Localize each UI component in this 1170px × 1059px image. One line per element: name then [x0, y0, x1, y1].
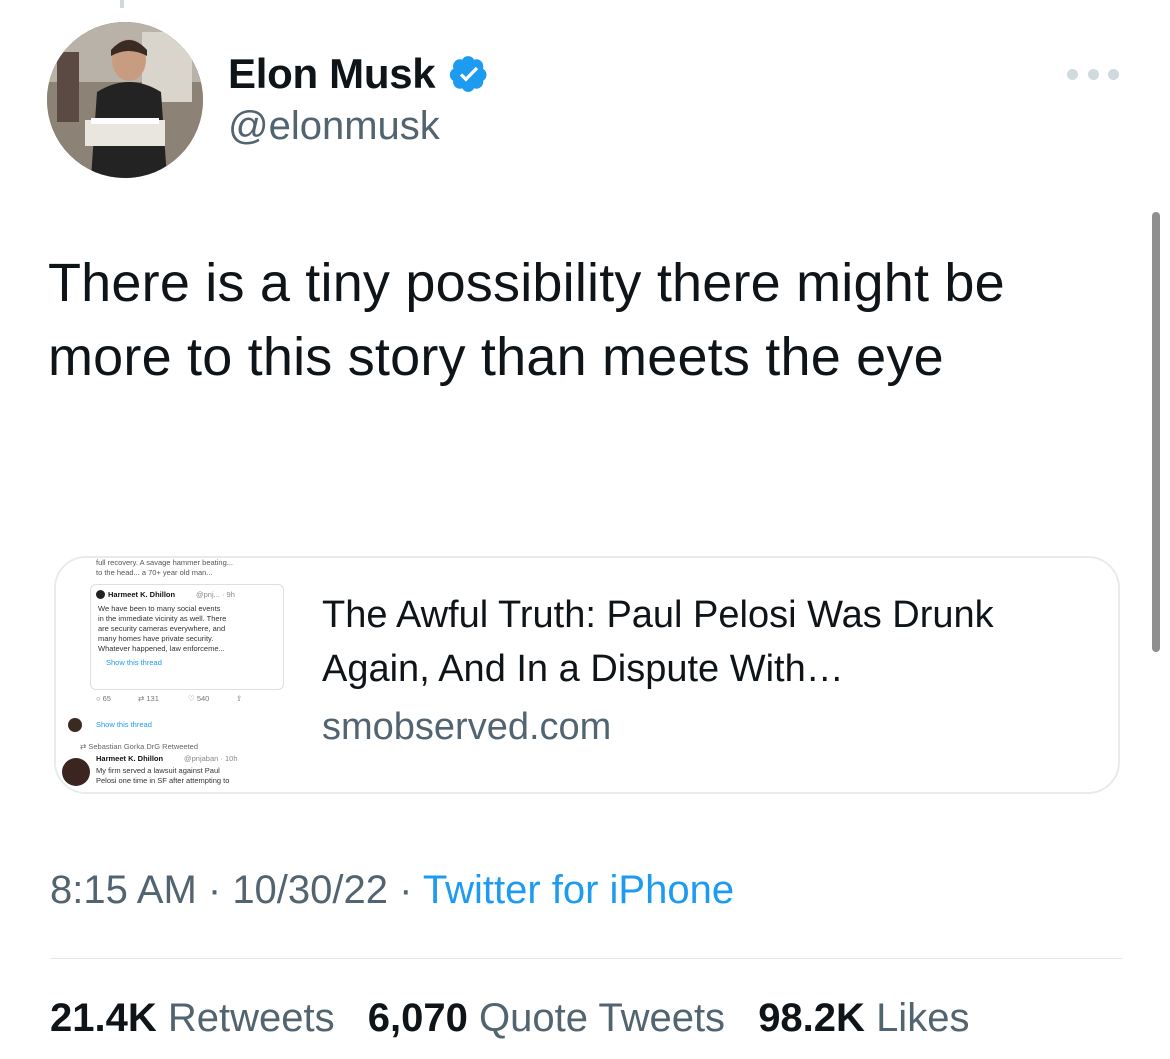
thumb-text: Whatever happened, law enforceme... — [98, 644, 225, 653]
thumb-text: @pnj... · 9h — [196, 590, 235, 599]
thumb-text: Harmeet K. Dhillon — [108, 590, 176, 599]
thumb-text: Show this thread — [106, 658, 162, 667]
thumb-text: are security cameras everywhere, and — [98, 624, 226, 633]
thumb-text: ⇄ Sebastian Gorka DrG Retweeted — [80, 742, 199, 751]
tweet-source-link[interactable]: Twitter for iPhone — [423, 868, 734, 912]
verified-badge-icon — [450, 56, 487, 92]
thumb-like-count: ♡ 540 — [188, 694, 210, 703]
thumb-avatar-icon — [68, 718, 82, 732]
thumb-avatar-icon — [96, 590, 105, 599]
retweets-stat[interactable]: 21.4K Retweets — [50, 996, 335, 1040]
engagement-stats: 21.4K Retweets 6,070 Quote Tweets 98.2K … — [50, 996, 991, 1041]
likes-stat[interactable]: 98.2K Likes — [758, 996, 969, 1040]
tweet-metadata: 8:15 AM · 10/30/22 · Twitter for iPhone — [50, 868, 735, 912]
more-dot-icon — [1087, 68, 1099, 80]
retweets-count: 21.4K — [50, 996, 157, 1040]
divider — [50, 958, 1122, 959]
thread-connector-line — [120, 0, 124, 8]
retweets-label: Retweets — [167, 996, 335, 1040]
author-display-name[interactable]: Elon Musk — [228, 50, 436, 98]
profile-photo-icon — [47, 22, 203, 178]
quote-tweets-stat[interactable]: 6,070 Quote Tweets — [368, 996, 725, 1040]
tweet-date[interactable]: 10/30/22 — [232, 868, 388, 912]
likes-count: 98.2K — [758, 996, 865, 1040]
link-card-title: The Awful Truth: Paul Pelosi Was Drunk A… — [322, 594, 994, 690]
thumb-text: Pelosi one time in SF after attempting t… — [96, 776, 230, 785]
tweet-time[interactable]: 8:15 AM — [50, 868, 197, 912]
author-handle[interactable]: @elonmusk — [228, 104, 440, 149]
thumb-avatar-icon — [62, 758, 90, 786]
more-dot-icon — [1067, 68, 1078, 80]
thumb-text: My firm served a lawsuit against Paul — [96, 766, 220, 775]
thumb-text: We have been to many social events — [98, 604, 221, 613]
more-options-icon[interactable] — [1067, 62, 1119, 86]
thumb-text: Harmeet K. Dhillon — [96, 754, 164, 763]
avatar[interactable] — [47, 22, 203, 178]
thumb-text: @pnjaban · 10h — [184, 754, 238, 763]
thumb-text: Show this thread — [96, 720, 152, 729]
thumb-text: many homes have private security. — [98, 634, 214, 643]
link-card-thumbnail: full recovery. A savage hammer beating..… — [56, 558, 294, 792]
tweet-text: There is a tiny possibility there might … — [48, 253, 1005, 387]
thumb-text: in the immediate vicinity as well. There — [98, 614, 227, 623]
more-dot-icon — [1108, 68, 1119, 80]
link-card-domain: smobserved.com — [322, 706, 612, 748]
likes-label: Likes — [876, 996, 970, 1040]
thumb-reply-count: ○ 65 — [96, 694, 111, 703]
thumb-text: to the head... a 70+ year old man... — [96, 568, 213, 577]
link-card[interactable]: full recovery. A savage hammer beating..… — [54, 556, 1120, 794]
thumb-retweet-count: ⇄ 131 — [138, 694, 159, 703]
quote-tweets-label: Quote Tweets — [478, 996, 726, 1040]
quote-tweets-count: 6,070 — [367, 996, 468, 1040]
thumb-text: full recovery. A savage hammer beating..… — [96, 558, 234, 567]
thumb-share-icon: ⇧ — [236, 694, 243, 703]
author-name-row: Elon Musk — [228, 48, 489, 100]
scrollbar[interactable] — [1152, 212, 1160, 652]
